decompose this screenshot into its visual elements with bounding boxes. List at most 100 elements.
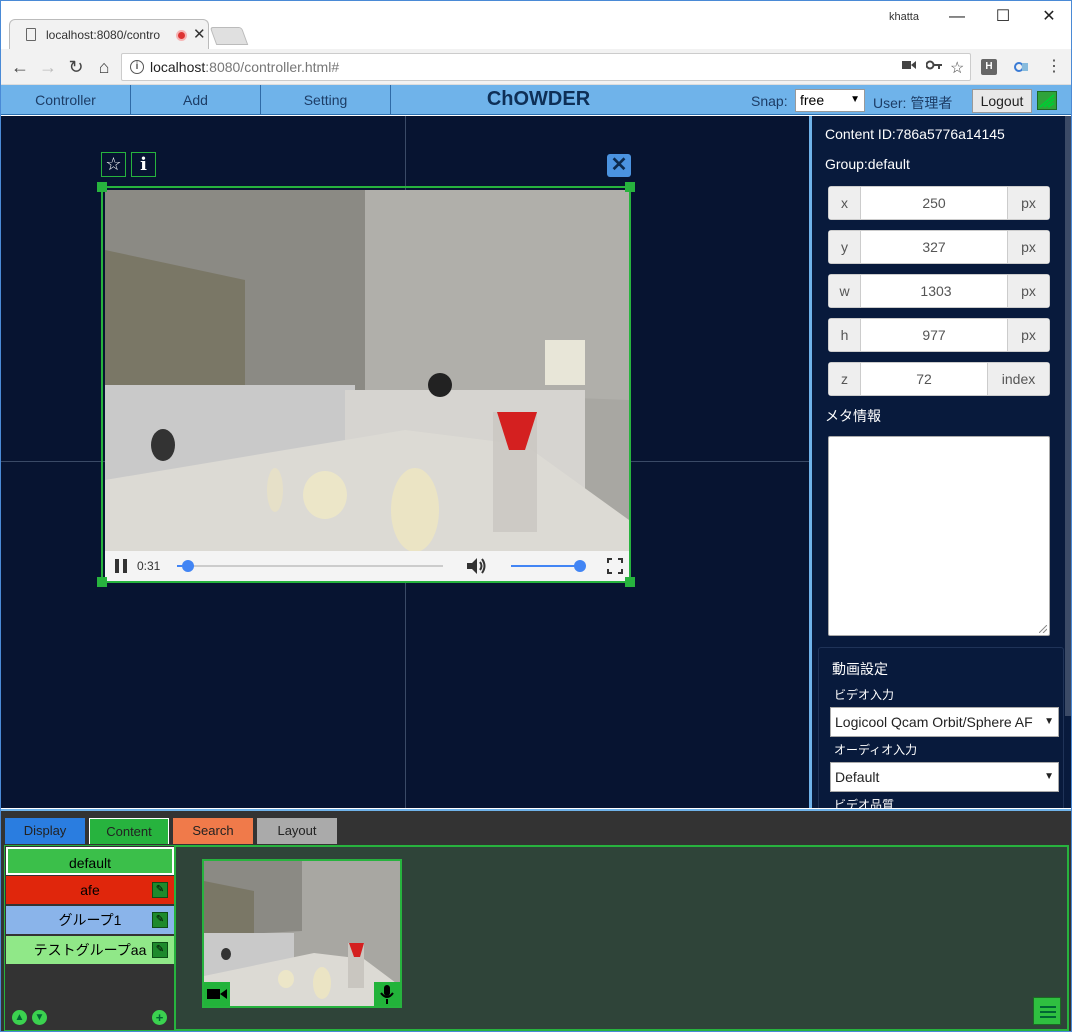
wrench-icon[interactable]: ✎	[152, 942, 168, 958]
tab-display[interactable]: Display	[5, 818, 85, 844]
app-header: Controller Add Setting ChOWDER Snap: fre…	[1, 85, 1071, 115]
resize-handle-tr[interactable]	[625, 182, 635, 192]
move-up-icon[interactable]: ▲	[12, 1010, 27, 1025]
group-list: default afe ✎ グループ1 ✎ テストグループaa ✎ ▲ ▼ +	[4, 845, 174, 1031]
hamburger-menu-icon[interactable]	[1033, 997, 1061, 1025]
field-x-unit: px	[1007, 187, 1049, 219]
url-text: localhost:8080/controller.html#	[150, 59, 339, 75]
browser-menu-icon[interactable]: ⋮	[1043, 56, 1065, 78]
seek-thumb[interactable]	[182, 560, 195, 572]
content-thumbnail[interactable]	[202, 859, 402, 1008]
content-list	[174, 845, 1069, 1031]
group-item-group1[interactable]: グループ1 ✎	[6, 906, 174, 934]
snap-select[interactable]: free ▼	[795, 89, 865, 112]
tab-search[interactable]: Search	[173, 818, 253, 844]
resize-handle-br[interactable]	[625, 577, 635, 587]
browser-window: localhost:8080/contro ✕ khatta — ☐ ✕ ← →…	[0, 0, 1072, 1032]
browser-tab[interactable]: localhost:8080/contro ✕	[9, 19, 209, 49]
field-y-unit: px	[1007, 231, 1049, 263]
move-down-icon[interactable]: ▼	[32, 1010, 47, 1025]
field-x: x 250 px	[828, 186, 1050, 220]
browser-toolbar: ← → ↻ ⌂ i localhost:8080/controller.html…	[1, 49, 1071, 85]
meta-label: メタ情報	[825, 408, 881, 424]
info-icon[interactable]: i	[131, 152, 156, 177]
video-input-select[interactable]: Logicool Qcam Orbit/Sphere AF ▼	[830, 707, 1059, 737]
extension-rtc-icon[interactable]	[1013, 59, 1029, 75]
field-y-input[interactable]: 327	[861, 231, 1007, 263]
add-group-icon[interactable]: +	[152, 1010, 167, 1025]
field-w-label: w	[829, 275, 861, 307]
close-content-icon[interactable]: ✕	[607, 154, 631, 177]
panel-scrollbar[interactable]	[1065, 116, 1071, 716]
menu-controller[interactable]: Controller	[1, 85, 131, 115]
field-x-input[interactable]: 250	[861, 187, 1007, 219]
chevron-down-icon: ▼	[1042, 763, 1054, 791]
audio-input-value: Default	[835, 769, 880, 785]
group-label: テストグループaa	[33, 942, 147, 958]
recording-icon	[176, 30, 187, 41]
extension-h-icon[interactable]: H	[981, 59, 997, 75]
tab-layout[interactable]: Layout	[257, 818, 337, 844]
video-content[interactable]: 0:31	[97, 182, 635, 587]
video-time: 0:31	[137, 559, 161, 573]
address-bar[interactable]: i localhost:8080/controller.html# ☆	[121, 53, 971, 81]
tab-title: localhost:8080/contro	[46, 28, 161, 42]
close-tab-icon[interactable]: ✕	[193, 25, 206, 43]
meta-textarea[interactable]	[828, 436, 1050, 636]
pause-icon[interactable]	[115, 559, 119, 573]
menu-setting[interactable]: Setting	[261, 85, 391, 115]
audio-input-select[interactable]: Default ▼	[830, 762, 1059, 792]
field-h-input[interactable]: 977	[861, 319, 1007, 351]
content-group: Group:default	[825, 156, 910, 172]
profile-name[interactable]: khatta	[889, 11, 919, 23]
field-z: z 72 index	[828, 362, 1050, 396]
tab-content[interactable]: Content	[89, 818, 169, 844]
new-tab-button[interactable]	[209, 27, 249, 45]
connection-status-icon[interactable]	[1037, 91, 1057, 110]
volume-slider[interactable]	[511, 560, 586, 572]
group-item-afe[interactable]: afe ✎	[6, 876, 174, 904]
field-z-unit: index	[987, 363, 1049, 395]
wrench-icon[interactable]: ✎	[152, 912, 168, 928]
group-item-testgroup[interactable]: テストグループaa ✎	[6, 936, 174, 964]
video-camera-icon	[204, 982, 230, 1006]
resize-handle-bl[interactable]	[97, 577, 107, 587]
window-close-icon[interactable]: ✕	[1037, 7, 1061, 27]
forward-icon[interactable]: →	[37, 56, 59, 78]
field-w-unit: px	[1007, 275, 1049, 307]
reload-icon[interactable]: ↻	[65, 56, 87, 78]
user-label: User: 管理者	[873, 95, 953, 111]
minimize-icon[interactable]: —	[945, 7, 969, 27]
field-h-unit: px	[1007, 319, 1049, 351]
fullscreen-icon[interactable]	[607, 558, 623, 577]
volume-fill	[511, 565, 578, 567]
volume-icon[interactable]	[467, 557, 487, 578]
field-w: w 1303 px	[828, 274, 1050, 308]
pause-icon-bar[interactable]	[123, 559, 127, 573]
group-item-default[interactable]: default	[6, 847, 174, 875]
title-bar: localhost:8080/contro ✕ khatta — ☐ ✕	[1, 1, 1071, 49]
logout-button[interactable]: Logout	[972, 89, 1032, 113]
menu-add[interactable]: Add	[131, 85, 261, 115]
home-icon[interactable]: ⌂	[93, 56, 115, 78]
video-quality-label: ビデオ品質	[834, 798, 895, 808]
field-w-input[interactable]: 1303	[865, 275, 1007, 307]
video-settings-section: 動画設定 ビデオ入力 Logicool Qcam Orbit/Sphere AF…	[818, 647, 1064, 808]
video-controls: 0:31	[105, 551, 629, 581]
wrench-icon[interactable]: ✎	[152, 882, 168, 898]
menu-line	[1040, 1016, 1056, 1018]
camera-icon[interactable]	[902, 58, 916, 74]
display-workspace[interactable]: ☆ i ✕ 0:31	[1, 116, 809, 808]
field-z-input[interactable]: 72	[861, 363, 987, 395]
key-icon[interactable]	[925, 58, 942, 74]
video-frame[interactable]	[105, 190, 629, 551]
info-icon[interactable]: i	[130, 60, 144, 74]
snap-value: free	[800, 92, 825, 108]
bookmark-star-icon[interactable]: ☆	[950, 58, 964, 78]
star-icon[interactable]: ☆	[101, 152, 126, 177]
seek-bar[interactable]	[177, 560, 443, 572]
back-icon[interactable]: ←	[9, 56, 31, 78]
maximize-icon[interactable]: ☐	[991, 7, 1015, 27]
volume-thumb[interactable]	[573, 560, 586, 572]
resize-handle-tl[interactable]	[97, 182, 107, 192]
